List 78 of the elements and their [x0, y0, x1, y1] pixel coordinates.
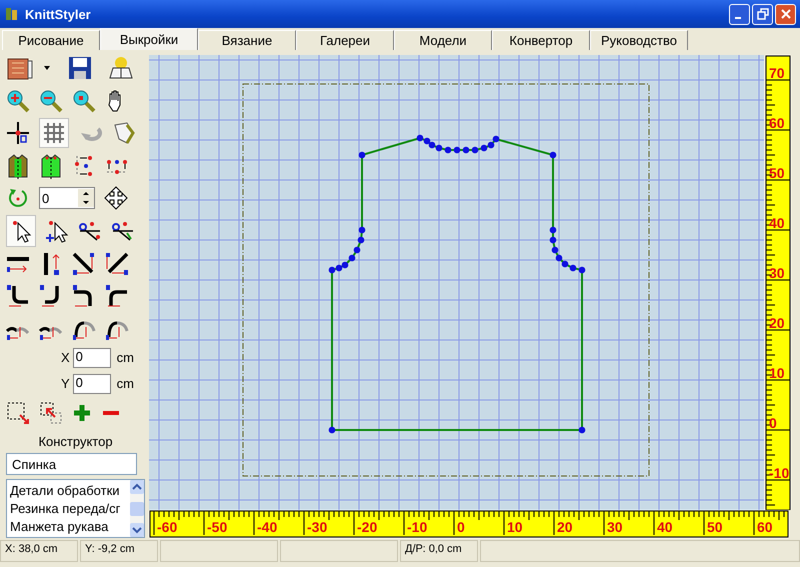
tab[interactable]: Конвертор [492, 30, 590, 50]
selection-icon[interactable] [6, 401, 30, 426]
ruler-label: 10 [507, 519, 523, 535]
y-field[interactable]: 0 [72, 374, 111, 394]
zoom-in-icon[interactable] [6, 88, 30, 113]
ruler-label: 10 [769, 365, 785, 381]
ruler-label: -10 [407, 519, 428, 535]
status-x: X: 38,0 cm [0, 540, 78, 562]
y-label: Y [61, 376, 70, 392]
ruler-label: 60 [757, 519, 773, 535]
list-item[interactable]: Манжета рукава [7, 518, 130, 536]
app-icon [4, 6, 20, 22]
close-icon [780, 8, 792, 20]
select-tool-button[interactable] [6, 215, 36, 248]
ruler-label: 0 [457, 519, 465, 535]
rotation-field[interactable]: 0 [39, 187, 95, 210]
pattern-piece-drawing[interactable] [328, 134, 586, 434]
tab[interactable]: Галереи [296, 30, 394, 50]
ruler-label: 50 [707, 519, 723, 535]
list-item[interactable]: Резинка переда/сг [7, 500, 130, 518]
vest-icon[interactable] [39, 153, 63, 180]
tab[interactable]: Руководство [590, 30, 688, 50]
tab[interactable]: Модели [394, 30, 492, 50]
close-button[interactable] [775, 4, 796, 24]
zoom-icon[interactable] [72, 88, 96, 113]
restore-icon [756, 8, 768, 20]
restore-button[interactable] [752, 4, 773, 24]
ruler-label: -10 [769, 465, 790, 481]
diagonal-line-icon[interactable] [72, 252, 96, 276]
diagonal-line-icon[interactable] [105, 252, 129, 276]
ruler-label: 0 [769, 415, 777, 431]
minimize-icon [735, 16, 741, 18]
ruler-label: 50 [769, 165, 785, 181]
ruler-label: 70 [769, 65, 785, 81]
ruler-label: 30 [607, 519, 623, 535]
selection-icon[interactable] [39, 401, 63, 426]
minimize-button[interactable] [729, 4, 750, 24]
scroll-up-icon[interactable] [130, 480, 144, 494]
ruler-label: -50 [207, 519, 228, 535]
x-label: X [61, 350, 70, 366]
status-y: Y: -9,2 cm [80, 540, 158, 562]
scroll-bar[interactable] [130, 480, 144, 537]
caret-icon[interactable] [43, 65, 51, 72]
list-item[interactable]: Детали обработки [7, 482, 130, 500]
ruler-label: 40 [657, 519, 673, 535]
ruler-label: -20 [357, 519, 378, 535]
move-icon[interactable] [104, 186, 128, 210]
ruler-label: 60 [769, 115, 785, 131]
y-unit-label: cm [116, 376, 134, 392]
vest-icon[interactable] [6, 153, 30, 180]
ruler-label: -40 [257, 519, 278, 535]
ruler-label: 20 [557, 519, 573, 535]
tab[interactable]: Вязание [198, 30, 296, 50]
crosshair-icon[interactable] [6, 121, 30, 146]
ruler-label: -30 [307, 519, 328, 535]
help-book-icon[interactable] [109, 56, 133, 80]
ruler-label: 40 [769, 215, 785, 231]
scroll-down-icon[interactable] [130, 522, 144, 537]
grid-icon [42, 121, 66, 146]
add-point-cursor-icon[interactable] [45, 218, 69, 244]
x-unit-label: cm [116, 350, 134, 366]
status-length: Д/Р: 0,0 cm [400, 540, 478, 562]
piece-name-field[interactable]: Спинка [6, 453, 137, 476]
tab[interactable]: Выкройки [100, 28, 198, 50]
grid-toggle-button[interactable] [39, 118, 69, 148]
ruler-label: -60 [157, 519, 178, 535]
corner-curve-icon[interactable] [105, 284, 129, 308]
window-title: KnittStyler [25, 6, 91, 22]
zoom-out-icon[interactable] [39, 88, 63, 113]
x-field[interactable]: 0 [72, 348, 111, 368]
ruler-label: 30 [769, 265, 785, 281]
corner-curve-icon[interactable] [6, 284, 30, 308]
scissors-icon[interactable] [78, 219, 102, 244]
ruler-label: 20 [769, 315, 785, 331]
save-icon[interactable] [68, 56, 92, 80]
plus-icon[interactable] [72, 403, 92, 424]
constructor-label: Конструктор [37, 433, 114, 450]
scissors-icon[interactable] [111, 219, 135, 244]
